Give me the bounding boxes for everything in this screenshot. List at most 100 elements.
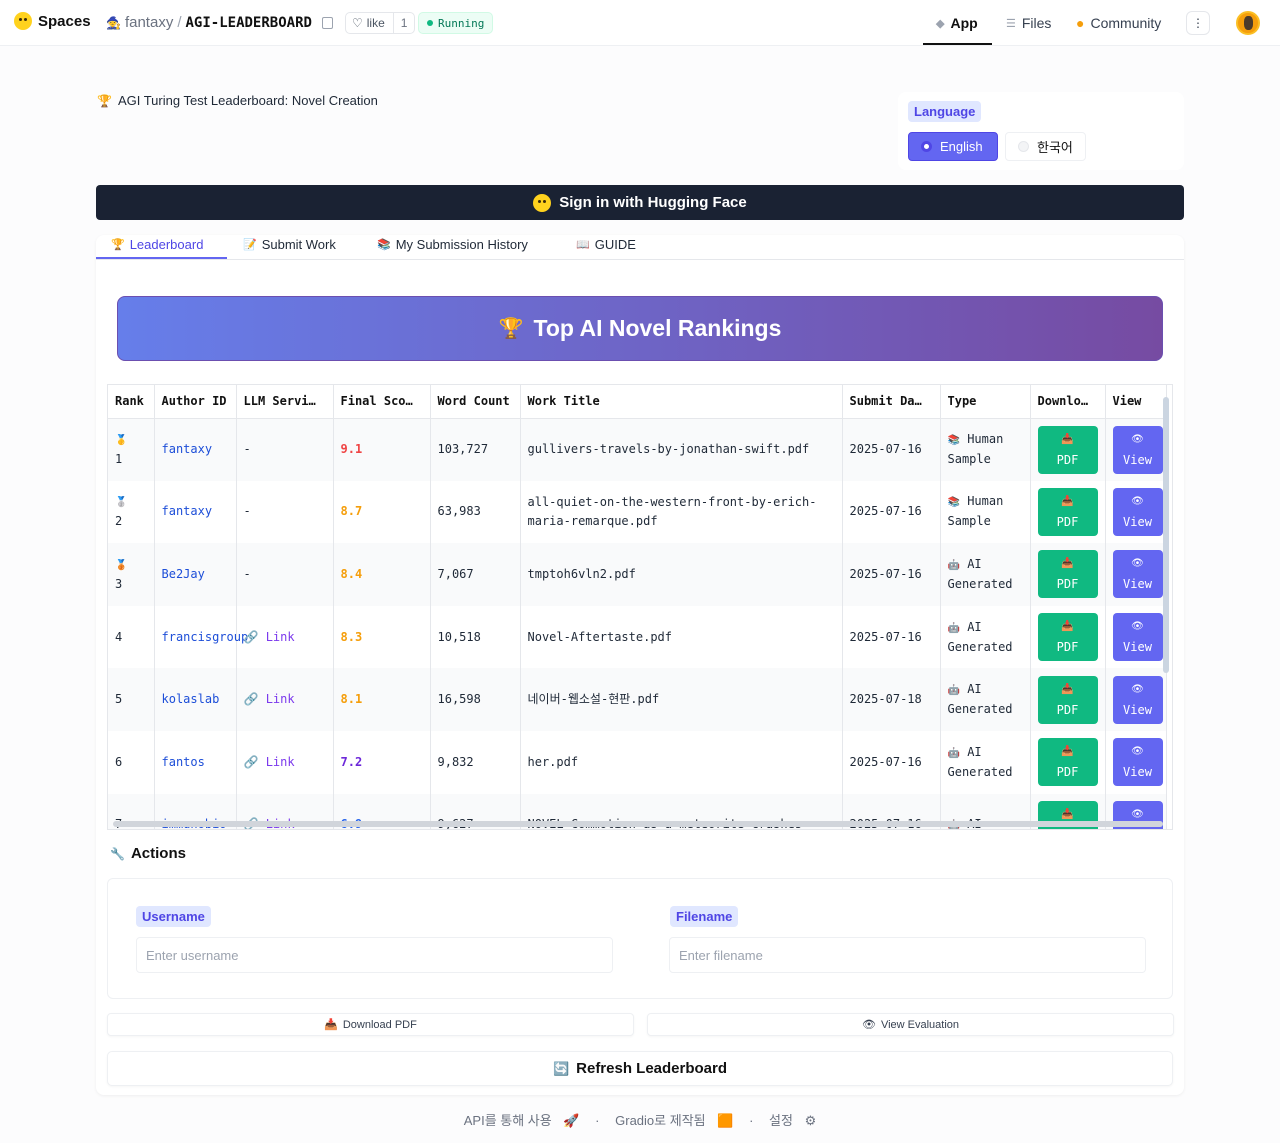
like-button[interactable]: ♡ like 1: [345, 12, 416, 34]
col-header-view[interactable]: View: [1105, 385, 1167, 419]
horizontal-scrollbar[interactable]: [113, 821, 1163, 827]
space-name-link[interactable]: AGI-LEADERBOARD: [186, 15, 312, 31]
huggingface-logo-icon: [14, 12, 32, 30]
col-header-words[interactable]: Word Count: [430, 385, 521, 419]
llm-service-link[interactable]: 🔗 Link: [244, 692, 295, 706]
cell-score: 9.1: [333, 418, 431, 481]
heart-icon: ♡: [352, 16, 363, 30]
more-icon: ⋮: [1192, 16, 1204, 30]
cell-word-count: 10,518: [430, 605, 521, 669]
download-pdf-row-button[interactable]: 📥 PDF: [1037, 487, 1098, 536]
cell-submit-date: 2025-07-16: [842, 418, 941, 481]
download-pdf-row-button[interactable]: 📥 PDF: [1037, 613, 1098, 662]
nav-app[interactable]: ◆ App: [936, 0, 978, 46]
view-row-button[interactable]: 👁 View: [1112, 550, 1163, 599]
cell-type: 🤖 AI Generated: [940, 730, 1031, 794]
author-link[interactable]: fantaxy: [162, 442, 213, 456]
active-tab-underline: [96, 257, 227, 259]
view-label: View: [1123, 577, 1152, 592]
tab-guide[interactable]: 📖 GUIDE: [576, 237, 636, 252]
cell-score: 8.7: [333, 480, 431, 544]
cell-rank: 4: [108, 605, 155, 669]
filename-input[interactable]: Enter filename: [669, 937, 1146, 973]
nav-community[interactable]: ● Community: [1076, 0, 1161, 46]
footer-api-label: API를 통해 사용: [463, 1113, 552, 1128]
author-link[interactable]: fantos: [162, 755, 205, 769]
tab-submit-work[interactable]: 📝 Submit Work: [243, 237, 336, 252]
pdf-label: PDF: [1056, 702, 1079, 717]
book-icon: 📖: [576, 239, 590, 251]
owner-avatar-icon: 🧙: [106, 15, 121, 30]
col-header-date[interactable]: Submit Da…: [842, 385, 941, 419]
gradio-logo-icon: 🟧: [717, 1113, 734, 1128]
view-row-button[interactable]: 👁 View: [1112, 425, 1163, 474]
eye-icon: 👁: [1131, 558, 1144, 570]
trophy-icon: 🏆: [97, 93, 112, 108]
sign-in-button[interactable]: Sign in with Hugging Face: [96, 185, 1184, 220]
cell-type: 🤖 AI Generated: [940, 543, 1031, 606]
col-header-title[interactable]: Work Title: [520, 385, 843, 419]
view-row-button[interactable]: 👁 View: [1112, 613, 1163, 662]
community-icon: ●: [1076, 15, 1085, 31]
cell-score: 7.2: [333, 730, 431, 794]
files-icon: ☰: [1006, 17, 1016, 30]
col-header-score[interactable]: Final Sco…: [333, 385, 431, 419]
footer-api-link[interactable]: API를 통해 사용 🚀: [460, 1113, 584, 1128]
user-avatar[interactable]: [1236, 11, 1260, 35]
language-option-korean[interactable]: 한국어: [1005, 132, 1086, 161]
medal-icon: 🥉: [115, 559, 128, 571]
tab-leaderboard[interactable]: 🏆 Leaderboard: [111, 237, 203, 252]
cell-word-count: 16,598: [430, 668, 521, 731]
download-pdf-row-button[interactable]: 📥 PDF: [1037, 675, 1098, 724]
refresh-leaderboard-button[interactable]: 🔄 Refresh Leaderboard: [107, 1051, 1173, 1086]
col-header-type[interactable]: Type: [940, 385, 1031, 419]
download-pdf-row-button[interactable]: 📥 PDF: [1037, 550, 1098, 599]
cell-work-title: all-quiet-on-the-western-front-by-erich-…: [520, 480, 843, 544]
col-header-author[interactable]: Author ID: [154, 385, 237, 419]
spaces-logo[interactable]: Spaces: [14, 12, 91, 30]
rank-value: 2: [115, 514, 123, 529]
language-option-english[interactable]: English: [908, 132, 998, 161]
owner-link[interactable]: fantaxy: [125, 14, 173, 31]
username-input[interactable]: Enter username: [136, 937, 613, 973]
download-pdf-row-button[interactable]: 📥 PDF: [1037, 425, 1098, 474]
more-menu-button[interactable]: ⋮: [1186, 11, 1210, 35]
rank-value: 3: [115, 576, 123, 591]
llm-service-link[interactable]: 🔗 Link: [244, 755, 295, 769]
download-pdf-row-button[interactable]: 📥 PDF: [1037, 738, 1098, 787]
tab-label: GUIDE: [594, 237, 636, 252]
footer-gradio-label: Gradio로 제작됨: [615, 1113, 706, 1128]
cell-llm: 🔗 Link: [236, 668, 334, 731]
view-row-button[interactable]: 👁 View: [1112, 675, 1163, 724]
inbox-tray-icon: 📥: [1061, 558, 1074, 570]
vertical-scrollbar[interactable]: [1163, 397, 1169, 673]
download-pdf-button[interactable]: 📥 Download PDF: [107, 1013, 634, 1036]
col-header-rank[interactable]: Rank: [108, 385, 155, 419]
nav-files[interactable]: ☰ Files: [1006, 0, 1051, 46]
footer-settings-link[interactable]: 설정 ⚙: [765, 1113, 820, 1128]
rank-value: 5: [115, 692, 123, 707]
wrench-icon: 🔧: [110, 846, 125, 861]
tab-panel: 🏆 Leaderboard 📝 Submit Work 📚 My Submiss…: [96, 235, 1184, 1095]
llm-service-link[interactable]: 🔗 Link: [244, 630, 295, 644]
pdf-label: PDF: [1056, 577, 1079, 592]
author-link[interactable]: Be2Jay: [162, 567, 205, 581]
author-link[interactable]: kolaslab: [162, 692, 220, 706]
author-link[interactable]: francisgroup: [162, 630, 249, 644]
view-evaluation-button[interactable]: 👁 View Evaluation: [647, 1013, 1174, 1036]
cell-download: 📥 PDF: [1030, 668, 1106, 731]
col-header-llm[interactable]: LLM Servi…: [236, 385, 334, 419]
refresh-label: Refresh Leaderboard: [576, 1060, 728, 1077]
view-row-button[interactable]: 👁 View: [1112, 738, 1163, 787]
col-header-download[interactable]: Downlo…: [1030, 385, 1106, 419]
gear-icon: ⚙: [804, 1113, 817, 1128]
tab-submission-history[interactable]: 📚 My Submission History: [377, 237, 528, 252]
username-label: Username: [136, 906, 211, 927]
banner-title: Top AI Novel Rankings: [533, 315, 782, 341]
llm-link-label: Link: [265, 692, 295, 707]
view-label: View: [1123, 765, 1152, 780]
copy-icon[interactable]: [321, 16, 333, 29]
view-row-button[interactable]: 👁 View: [1112, 487, 1163, 536]
footer-gradio-link[interactable]: Gradio로 제작됨 🟧: [611, 1113, 737, 1128]
author-link[interactable]: fantaxy: [162, 504, 213, 518]
